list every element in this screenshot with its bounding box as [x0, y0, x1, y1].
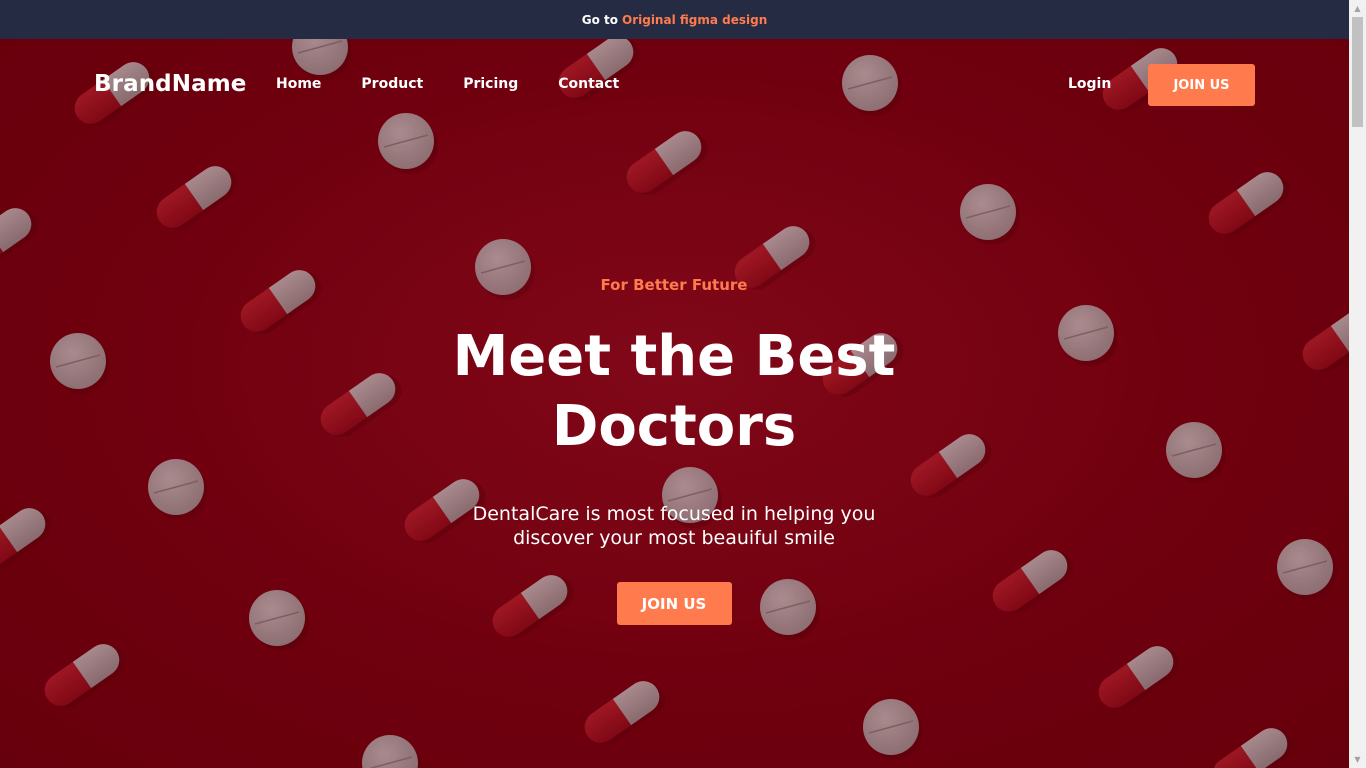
announcement-prefix: Go to	[581, 12, 618, 27]
nav-item-home[interactable]: Home	[276, 76, 321, 92]
nav-item-product[interactable]: Product	[361, 76, 423, 92]
nav-menu: Home Product Pricing Contact	[276, 76, 659, 92]
figma-design-link[interactable]: Original figma design	[622, 13, 767, 27]
hero-subtitle: DentalCare is most focused in helping yo…	[374, 502, 974, 550]
hero-section: BrandName Home Product Pricing Contact L…	[0, 39, 1349, 768]
triangle-up-icon[interactable]: ▲	[1349, 0, 1366, 17]
triangle-down-icon[interactable]: ▼	[1349, 751, 1366, 768]
hero-headline: Meet the Best Doctors	[374, 322, 974, 462]
scrollbar-thumb[interactable]	[1352, 17, 1363, 127]
login-link[interactable]: Login	[1068, 76, 1111, 92]
nav-item-contact[interactable]: Contact	[558, 76, 619, 92]
join-us-nav-button[interactable]: JOIN US	[1148, 64, 1255, 106]
hero-content: For Better Future Meet the Best Doctors …	[374, 276, 974, 625]
nav-item-pricing[interactable]: Pricing	[463, 76, 518, 92]
vertical-scrollbar[interactable]: ▲ ▼	[1349, 0, 1366, 768]
brand-logo[interactable]: BrandName	[94, 71, 246, 97]
main-navigation: BrandName Home Product Pricing Contact L…	[0, 39, 1349, 131]
join-us-hero-button[interactable]: JOIN US	[616, 582, 732, 625]
headline-line-2: Doctors	[551, 394, 797, 459]
headline-line-1: Meet the Best	[452, 324, 896, 389]
announcement-bar: Go to Original figma design	[0, 0, 1349, 39]
subtitle-line-1: DentalCare is most focused in helping yo…	[472, 503, 876, 525]
hero-eyebrow: For Better Future	[600, 276, 748, 294]
subtitle-line-2: discover your most beauiful smile	[513, 527, 835, 549]
